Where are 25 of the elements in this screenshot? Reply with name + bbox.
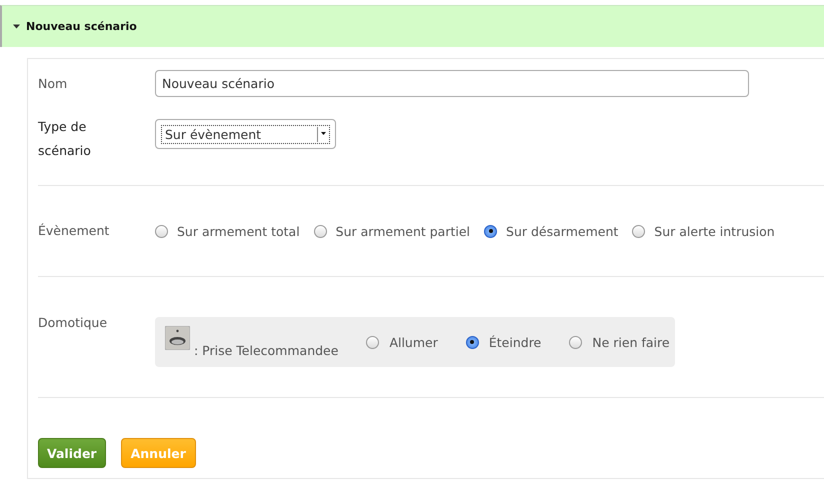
option-label[interactable]: Ne rien faire [592,334,670,350]
type-select[interactable]: Sur évènement [155,119,336,149]
field-label: Type de scénario [38,118,92,160]
option-label[interactable]: Sur désarmement [506,224,618,238]
radio-button[interactable] [484,224,498,238]
radio-button[interactable] [314,224,327,238]
option-label[interactable]: Sur armement partiel [336,224,470,238]
radio-button[interactable] [569,336,582,348]
field-label: Domotique [38,314,108,332]
device-name: : Prise Telecommandee [194,343,338,358]
field-label: Nom [38,74,68,92]
socket-icon [165,326,190,350]
section-header[interactable]: Nouveau scénario [0,5,824,47]
option-label[interactable]: Sur alerte intrusion [654,224,775,238]
radio-button[interactable] [366,336,380,348]
field-label: Évènement [38,222,110,240]
section-title: Nouveau scénario [26,20,137,33]
radio-button[interactable] [466,336,479,348]
option-label[interactable]: Allumer [389,334,438,350]
option-label[interactable]: Éteindre [488,334,542,350]
name-field[interactable]: Nouveau scénario [155,70,749,97]
radio-button[interactable] [155,224,168,238]
radio-button[interactable] [632,224,646,238]
option-label[interactable]: Sur armement total [177,224,300,238]
validate-button[interactable]: Valider [38,438,106,468]
